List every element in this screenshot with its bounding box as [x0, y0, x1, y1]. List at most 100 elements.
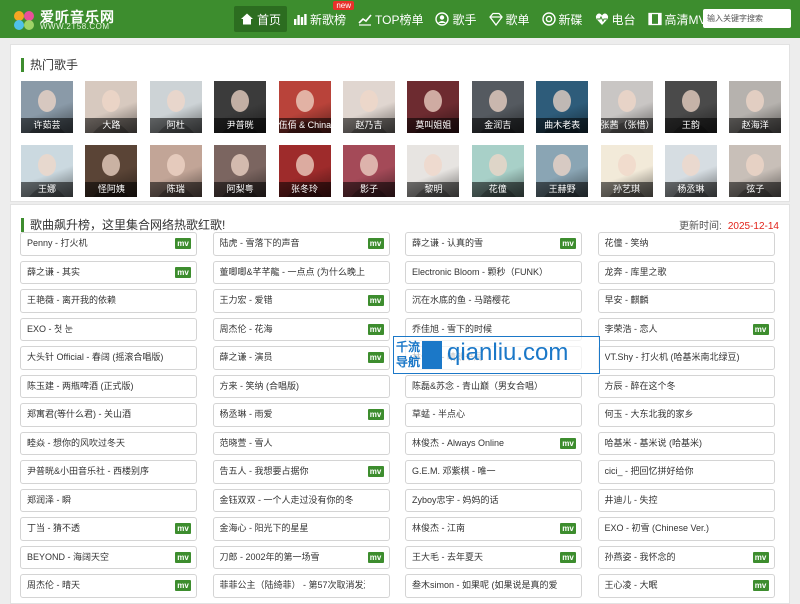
song-item[interactable]: 井迪儿 - 失控	[597, 488, 775, 512]
singer-card[interactable]: 莫叫姐姐	[407, 81, 460, 133]
nav-item-2[interactable]: TOP榜单	[352, 6, 429, 32]
mv-badge[interactable]: mv	[752, 580, 769, 591]
mv-badge[interactable]: mv	[175, 523, 191, 534]
site-logo[interactable]: 爱听音乐网 WWW.2T58.COM	[12, 6, 152, 32]
song-item[interactable]: 尹普晄&小田音乐社 - 西楼别序	[20, 460, 197, 484]
singer-card[interactable]: 赵海洋	[729, 81, 782, 133]
mv-badge[interactable]: mv	[175, 266, 191, 278]
singer-card[interactable]: 影子	[342, 145, 395, 197]
mv-badge[interactable]: mv	[175, 551, 191, 563]
song-item[interactable]: 叁木simon - 如果呢 (如果说是真的爱	[405, 574, 582, 598]
song-item[interactable]: 林俊杰 - 江南 mv	[405, 517, 582, 541]
song-item[interactable]: EXO - 初雪 (Chinese Ver.)	[597, 517, 775, 541]
song-item[interactable]: 王心凌 - 大眠 mv	[597, 574, 775, 598]
mv-badge[interactable]: mv	[560, 238, 576, 249]
song-item[interactable]: G.E.M. 邓紫棋 - 唯一	[405, 460, 582, 484]
song-item[interactable]: 王力宏 - 爱错 mv	[212, 289, 390, 313]
song-item[interactable]: 孙燕姿 - 我怀念的 mv	[597, 545, 775, 569]
singer-card[interactable]: 黎明	[407, 145, 460, 197]
song-item[interactable]: 王大毛 - 去年夏天 mv	[405, 545, 582, 569]
song-item[interactable]: 何玉 - 大东北我的家乡	[597, 403, 775, 427]
song-item[interactable]: 薛之谦 - 其实 mv	[20, 260, 197, 284]
song-item[interactable]: 范晓萱 - 雪人	[212, 431, 390, 455]
nav-item-3[interactable]: 歌手	[429, 6, 482, 32]
mv-badge[interactable]: mv	[175, 238, 191, 249]
song-item[interactable]: 龙奔 - 库里之歌	[597, 260, 775, 284]
singer-card[interactable]: 王赫野	[536, 145, 589, 197]
mv-badge[interactable]: mv	[560, 523, 576, 534]
song-item[interactable]: 丁当 - 猜不透 mv	[20, 517, 197, 541]
song-item[interactable]: 方辰 - 醉在这个冬	[597, 374, 775, 398]
nav-item-5[interactable]: 新碟	[536, 6, 589, 32]
nav-item-0[interactable]: 首页	[234, 6, 288, 32]
song-item[interactable]: 方来 - 笑纳 (合唱版)	[212, 374, 390, 398]
song-item[interactable]: 睦焱 - 想你的风吹过冬天	[20, 431, 197, 455]
song-item[interactable]: 大头针 Official - 春阔 (摇滚合唱版)	[20, 346, 197, 370]
singer-card[interactable]: 赵乃吉	[342, 81, 395, 133]
singer-card[interactable]: 尹普晄	[214, 81, 267, 133]
singer-card[interactable]: 张茜（张惜）	[600, 81, 653, 133]
singer-card[interactable]: 伍佰 & China Blue	[278, 81, 331, 133]
singer-card[interactable]: 金润吉	[471, 81, 524, 133]
singer-card[interactable]: 花僮	[471, 145, 524, 197]
singer-card[interactable]: 大路	[85, 81, 138, 133]
nav-item-7[interactable]: 高清MV	[642, 6, 713, 32]
song-item[interactable]: 菲菲公主（陆绮菲） - 第57次取消发送	[212, 574, 390, 598]
song-item[interactable]: 郑润泽 - 瞬	[20, 488, 197, 512]
mv-badge[interactable]: mv	[752, 551, 769, 563]
mv-badge[interactable]: mv	[367, 323, 384, 335]
song-item[interactable]: 王艳薇 - 离开我的依赖	[20, 289, 197, 313]
singer-card[interactable]: 张冬玲	[278, 145, 331, 197]
song-item[interactable]: 薛之谦 - 演员 mv	[212, 346, 390, 370]
singer-card[interactable]: 曲木老表	[536, 81, 589, 133]
song-item[interactable]: EXO - 첫 눈	[20, 317, 197, 341]
nav-item-6[interactable]: 电台	[589, 6, 642, 32]
mv-badge[interactable]: mv	[752, 323, 769, 335]
mv-badge[interactable]: mv	[175, 580, 191, 591]
song-item[interactable]: 草蜢 - 半点心	[405, 403, 582, 427]
mv-badge[interactable]: mv	[367, 238, 384, 249]
song-item[interactable]: 董唧唧&芊芊龍 - 一点点 (为什么晚上总	[212, 260, 390, 284]
search-input[interactable]	[703, 9, 791, 28]
singer-card[interactable]: 阿梨粤	[214, 145, 267, 197]
song-item[interactable]: 刀郎 - 2002年的第一场雪 mv	[212, 545, 390, 569]
song-item[interactable]: 林俊杰 - Always Online mv	[405, 431, 582, 455]
singer-card[interactable]: 弦子	[729, 145, 782, 197]
song-item[interactable]: BEYOND - 海阔天空 mv	[20, 545, 197, 569]
singer-card[interactable]: 孙艺琪	[600, 145, 653, 197]
song-item[interactable]: 郑寓君(等什么君) - 关山酒	[20, 403, 197, 427]
mv-badge[interactable]: mv	[367, 409, 384, 420]
song-item[interactable]: Penny - 打火机 mv	[20, 232, 197, 256]
song-item[interactable]: 李荣浩 - 恋人 mv	[597, 317, 775, 341]
song-item[interactable]: VT.Shy - 打火机 (哈基米南北绿豆)	[597, 346, 775, 370]
singer-card[interactable]: 王娜	[21, 145, 73, 197]
song-item[interactable]: 陆虎 - 雪落下的声音 mv	[212, 232, 390, 256]
song-item[interactable]: Zyboy忠宇 - 妈妈的话	[405, 488, 582, 512]
singer-card[interactable]: 陈瑞	[149, 145, 202, 197]
singer-card[interactable]: 阿杜	[149, 81, 202, 133]
song-item[interactable]: 周杰伦 - 晴天 mv	[20, 574, 197, 598]
song-item[interactable]: 陈玉建 - 两瓶啤酒 (正式版)	[20, 374, 197, 398]
song-item[interactable]: 陈磊&苏念 - 青山巅（男女合唱）	[405, 374, 582, 398]
song-item[interactable]: Electronic Bloom - 颗秒（FUNK）	[405, 260, 582, 284]
song-item[interactable]: 金钰双双 - 一个人走过没有你的冬	[212, 488, 390, 512]
song-item[interactable]: 沉在水底的鱼 - 马踏樱花	[405, 289, 582, 313]
mv-badge[interactable]: mv	[367, 295, 384, 306]
nav-item-4[interactable]: 歌单	[483, 6, 536, 32]
song-item[interactable]: 早安 - 麒麟	[597, 289, 775, 313]
song-item[interactable]: 哈基米 - 基米说 (哈基米)	[597, 431, 775, 455]
song-item[interactable]: 薛之谦 - 认真的雪 mv	[405, 232, 582, 256]
mv-badge[interactable]: mv	[367, 352, 384, 363]
song-item[interactable]: 周杰伦 - 花海 mv	[212, 317, 390, 341]
song-item[interactable]: cici_ - 把回忆拼好给你	[597, 460, 775, 484]
singer-card[interactable]: 杨丞琳	[664, 145, 717, 197]
song-item[interactable]: 杨丞琳 - 雨爱 mv	[212, 403, 390, 427]
mv-badge[interactable]: mv	[367, 551, 384, 563]
mv-badge[interactable]: mv	[560, 551, 576, 563]
song-item[interactable]: 花僮 - 笑纳	[597, 232, 775, 256]
singer-card[interactable]: 王韵	[664, 81, 717, 133]
nav-item-1[interactable]: 新歌榜 new	[287, 1, 355, 32]
song-item[interactable]: 告五人 - 我想要占据你 mv	[212, 460, 390, 484]
singer-card[interactable]: 怪阿姨	[85, 145, 138, 197]
mv-badge[interactable]: mv	[367, 466, 384, 477]
